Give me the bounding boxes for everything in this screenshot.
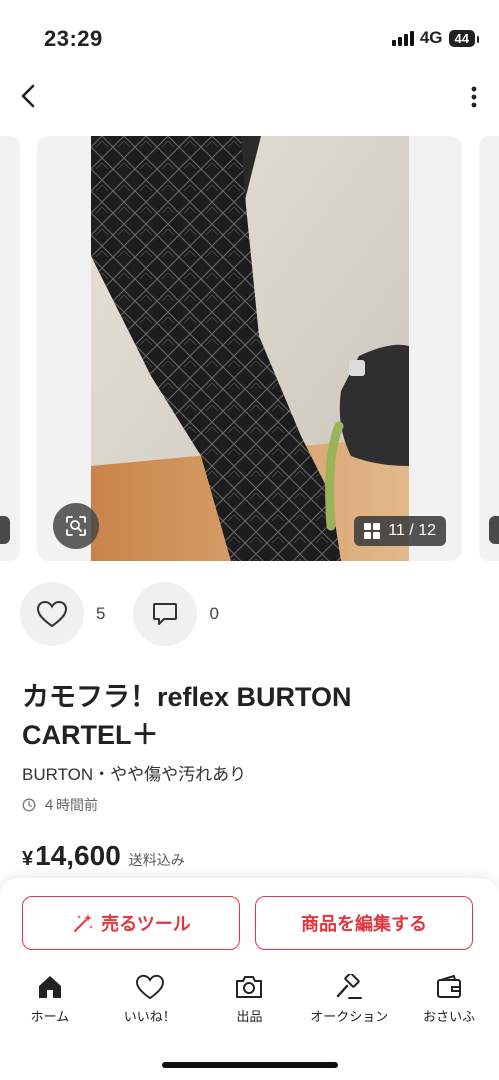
currency-symbol: ¥	[22, 848, 34, 870]
like-count: 5	[96, 604, 106, 623]
next-image-control[interactable]	[489, 516, 499, 544]
tab-auction-label: オークション	[310, 1009, 389, 1024]
sell-tool-label: 売るツール	[101, 914, 191, 934]
tab-likes[interactable]: いいね！	[100, 974, 200, 1034]
camera-icon	[236, 976, 263, 998]
price: 14,600	[35, 840, 121, 871]
comment-icon	[153, 603, 178, 625]
home-indicator	[162, 1062, 338, 1068]
tab-wallet[interactable]: おさいふ	[399, 974, 499, 1034]
bottom-action-sheet: 売るツール 商品を編集する ホーム いいね！ 出品 オークション おさいふ	[0, 878, 499, 1080]
status-bar: 23:29 4G 44	[0, 0, 499, 78]
tab-home[interactable]: ホーム	[0, 974, 100, 1034]
magic-wand-icon	[74, 914, 94, 932]
gavel-icon	[337, 974, 363, 999]
previous-image[interactable]	[0, 136, 20, 561]
heart-icon	[135, 974, 164, 1000]
price-row: ¥ 14,600 送料込み	[22, 840, 185, 872]
heart-icon	[36, 600, 68, 628]
status-time: 23:29	[44, 26, 103, 51]
nav-bar	[0, 78, 499, 118]
tab-listing-label: 出品	[236, 1009, 263, 1024]
edit-item-label: 商品を編集する	[301, 914, 427, 934]
clock-icon	[22, 798, 36, 812]
image-search-button[interactable]	[53, 503, 99, 549]
comment-count: 0	[209, 604, 219, 623]
posted-time-text: ４時間前	[42, 797, 98, 813]
tab-listing[interactable]: 出品	[200, 974, 300, 1034]
image-counter-text: 11 / 12	[388, 522, 436, 539]
product-photo	[91, 136, 409, 561]
tab-home-label: ホーム	[30, 1009, 70, 1024]
back-arrow-icon[interactable]	[14, 80, 46, 112]
posted-time: ４時間前	[22, 795, 98, 815]
tab-bar: ホーム いいね！ 出品 オークション おさいふ	[0, 974, 499, 1034]
image-counter[interactable]: 11 / 12	[354, 516, 446, 546]
product-image-card[interactable]: 11 / 12	[37, 136, 462, 561]
wallet-icon	[437, 975, 462, 998]
tab-likes-label: いいね！	[123, 1009, 176, 1024]
network-type: 4G	[419, 28, 443, 47]
tab-auction[interactable]: オークション	[299, 974, 399, 1034]
next-image[interactable]	[479, 136, 499, 561]
engagement-actions: 5 0	[20, 582, 247, 646]
signal-icon	[391, 30, 414, 46]
brand-condition[interactable]: BURTON・やや傷や汚れあり	[22, 760, 246, 785]
like-button[interactable]	[20, 582, 84, 646]
image-carousel[interactable]: 11 / 12	[0, 136, 499, 561]
home-icon	[38, 976, 61, 998]
previous-image-control[interactable]	[0, 516, 10, 544]
sell-tool-button[interactable]: 売るツール	[22, 896, 240, 950]
more-options-icon[interactable]	[469, 84, 479, 110]
edit-item-button[interactable]: 商品を編集する	[255, 896, 473, 950]
status-indicators: 4G 44	[391, 28, 480, 48]
image-search-icon	[66, 516, 86, 536]
product-title: カモフラ！reflex BURTON CARTEL＋	[22, 682, 352, 750]
comment-button[interactable]	[133, 582, 198, 646]
tab-wallet-label: おさいふ	[423, 1009, 476, 1024]
grid-icon	[364, 523, 381, 539]
battery-icon: 44	[448, 29, 480, 47]
shipping-note: 送料込み	[128, 852, 185, 868]
